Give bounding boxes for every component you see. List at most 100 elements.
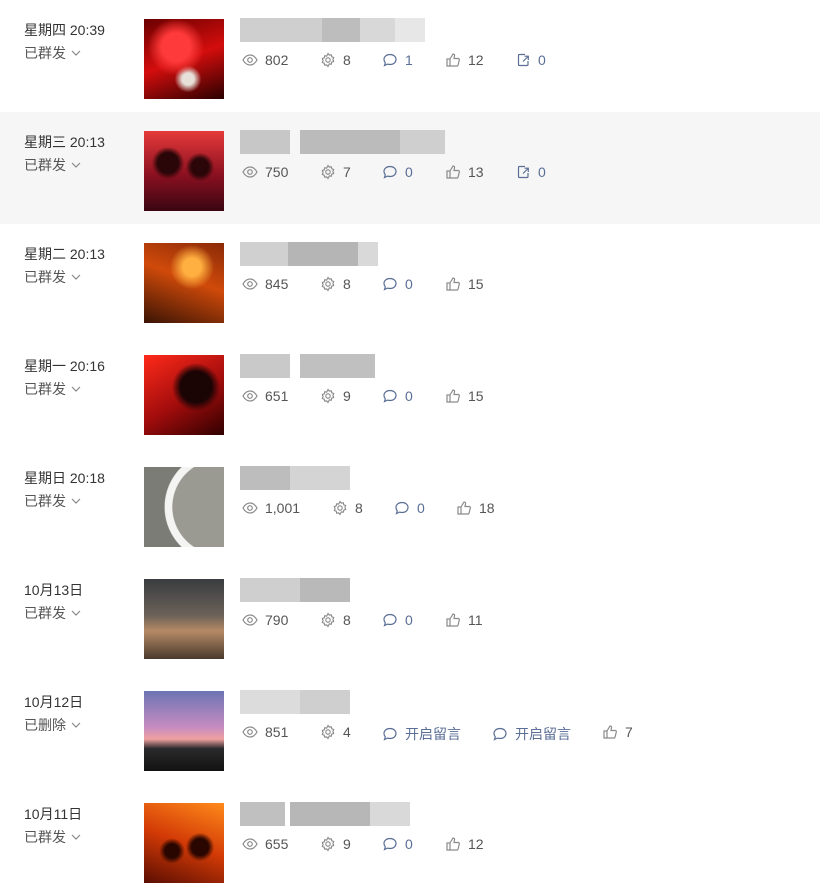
article-row[interactable]: 星期一 20:16 已群发 651 9 0 15 [0,336,820,448]
read-count: 750 [242,164,288,180]
eye-icon [242,276,265,292]
share-count-value: 8 [343,612,351,628]
article-row[interactable]: 10月11日 已群发 655 9 0 12 [0,784,820,896]
eye-icon [242,164,265,180]
article-thumbnail[interactable] [144,803,224,883]
publish-time: 10月12日 [24,694,84,710]
like-count-value: 12 [468,52,484,68]
share-count-value: 9 [343,836,351,852]
gear-icon [320,164,343,180]
comment-count[interactable]: 0 [394,500,425,516]
comment-count[interactable]: 0 [382,836,413,852]
comment-count[interactable]: 开启留言 [492,724,571,744]
publish-status-dropdown[interactable]: 已群发 [24,267,81,286]
publish-status-dropdown[interactable]: 已删除 [24,715,81,734]
article-thumbnail[interactable] [144,243,224,323]
thumb-up-icon [445,836,468,852]
comment-count[interactable]: 0 [382,164,413,180]
share-count: 7 [320,164,351,180]
share-count: 9 [320,388,351,404]
publish-status-label: 已群发 [24,269,66,285]
like-count: 15 [445,388,484,404]
article-thumbnail[interactable] [144,579,224,659]
repost-count-value: 0 [538,164,546,180]
publish-time: 星期三 20:13 [24,134,105,150]
publish-time: 10月13日 [24,582,84,598]
like-count: 7 [602,724,633,740]
read-count-value: 750 [265,164,289,180]
comment-count-value: 0 [405,276,413,292]
publish-status-dropdown[interactable]: 已群发 [24,491,81,510]
share-count: 8 [320,612,351,628]
like-count: 12 [445,836,484,852]
eye-icon [242,612,265,628]
comment-count[interactable]: 开启留言 [382,724,461,744]
comment-count-value: 0 [405,836,413,852]
chevron-down-icon [71,715,81,733]
comment-icon [492,726,515,742]
publish-time: 星期日 20:18 [24,470,105,486]
read-count: 790 [242,612,288,628]
gear-icon [320,52,343,68]
article-row[interactable]: 10月13日 已群发 790 8 0 11 [0,560,820,672]
chevron-down-icon [71,43,81,61]
comment-count[interactable]: 1 [382,52,413,68]
article-row[interactable]: 星期三 20:13 已群发 750 7 0 13 0 [0,112,820,224]
share-count-value: 4 [343,724,351,740]
article-row[interactable]: 星期二 20:13 已群发 845 8 0 15 [0,224,820,336]
article-thumbnail[interactable] [144,355,224,435]
eye-icon [242,52,265,68]
gear-icon [320,836,343,852]
share-count: 9 [320,836,351,852]
gear-icon [320,724,343,740]
chevron-down-icon [71,267,81,285]
comment-count-value: 0 [405,612,413,628]
like-count: 12 [445,52,484,68]
publish-status-dropdown[interactable]: 已群发 [24,155,81,174]
like-count-value: 18 [479,500,495,516]
article-row[interactable]: 星期日 20:18 已群发 1,001 8 0 18 [0,448,820,560]
comment-count-value: 开启留言 [515,726,571,742]
comment-icon [382,164,405,180]
share-count: 8 [332,500,363,516]
thumb-up-icon [445,612,468,628]
chevron-down-icon [71,603,81,621]
article-thumbnail[interactable] [144,467,224,547]
comment-count[interactable]: 0 [382,612,413,628]
publish-status-dropdown[interactable]: 已群发 [24,379,81,398]
article-thumbnail[interactable] [144,19,224,99]
comment-icon [382,726,405,742]
article-thumbnail[interactable] [144,131,224,211]
repost-count[interactable]: 0 [515,52,546,68]
like-count: 15 [445,276,484,292]
article-row[interactable]: 10月12日 已删除 851 4 开启留言 开启留言 7 [0,672,820,784]
comment-count-value: 0 [405,388,413,404]
article-row[interactable]: 星期四 20:39 已群发 802 8 1 12 0 [0,0,820,112]
comment-icon [382,52,405,68]
share-count: 4 [320,724,351,740]
publish-status-label: 已群发 [24,829,66,845]
read-count-value: 802 [265,52,289,68]
publish-time: 星期四 20:39 [24,22,105,38]
eye-icon [242,388,265,404]
share-count-value: 7 [343,164,351,180]
comment-count[interactable]: 0 [382,388,413,404]
comment-count-value: 1 [405,52,413,68]
thumb-up-icon [445,164,468,180]
repost-count[interactable]: 0 [515,164,546,180]
like-count: 13 [445,164,484,180]
read-count: 802 [242,52,288,68]
share-count-value: 8 [355,500,363,516]
publish-status-dropdown[interactable]: 已群发 [24,827,81,846]
chevron-down-icon [71,379,81,397]
thumb-up-icon [602,724,625,740]
eye-icon [242,836,265,852]
publish-status-dropdown[interactable]: 已群发 [24,43,81,62]
article-thumbnail[interactable] [144,691,224,771]
comment-count[interactable]: 0 [382,276,413,292]
chevron-down-icon [71,155,81,173]
publish-status-dropdown[interactable]: 已群发 [24,603,81,622]
publish-status-label: 已群发 [24,605,66,621]
like-count-value: 7 [625,724,633,740]
eye-icon [242,500,265,516]
